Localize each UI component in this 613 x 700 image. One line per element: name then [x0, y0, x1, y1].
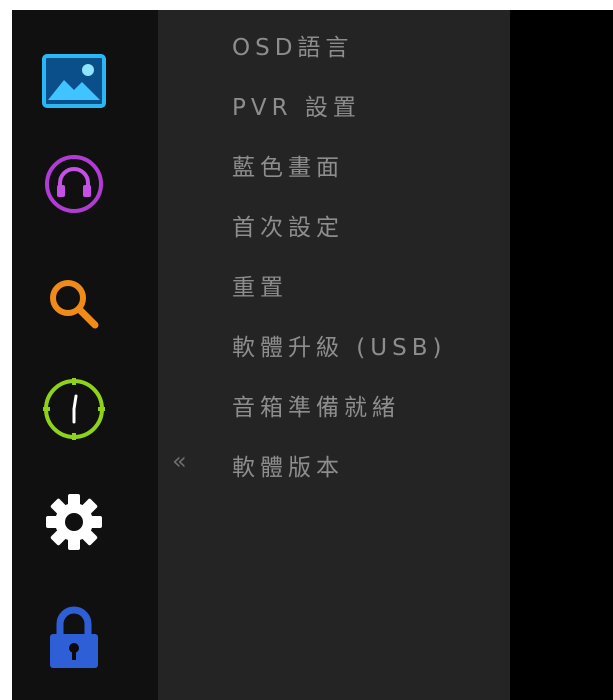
setup-menu-panel: « OSD語言 PVR 設置 藍色畫面 首次設定 重置 軟體升級 (USB) 音…	[158, 10, 510, 700]
tv-settings-screen: « OSD語言 PVR 設置 藍色畫面 首次設定 重置 軟體升級 (USB) 音…	[12, 10, 613, 700]
sidebar-item-lock[interactable]	[40, 605, 108, 673]
menu-item-osd-language[interactable]: OSD語言	[232, 28, 353, 62]
sidebar-item-timer[interactable]	[40, 375, 108, 443]
icon-sidebar	[12, 10, 158, 700]
screen-top-edge	[240, 0, 400, 4]
lock-icon	[50, 606, 98, 668]
sidebar-item-search[interactable]	[40, 270, 108, 338]
sidebar-item-setup[interactable]	[40, 488, 108, 556]
sidebar-item-sound[interactable]	[40, 150, 108, 218]
menu-item-blue-screen[interactable]: 藍色畫面	[232, 148, 344, 182]
picture-icon	[42, 54, 106, 108]
menu-item-first-time-setup[interactable]: 首次設定	[232, 208, 344, 242]
menu-item-software-version[interactable]: 軟體版本	[232, 448, 344, 482]
menu-item-reset[interactable]: 重置	[232, 268, 288, 302]
headphones-icon	[45, 155, 103, 213]
sidebar-item-picture[interactable]	[40, 47, 108, 115]
collapse-arrow-icon[interactable]: «	[172, 447, 187, 475]
gear-icon	[46, 494, 102, 550]
menu-item-pvr-settings[interactable]: PVR 設置	[232, 88, 361, 122]
menu-item-speaker-ready[interactable]: 音箱準備就緒	[232, 388, 400, 422]
menu-item-software-upgrade-usb[interactable]: 軟體升級 (USB)	[232, 328, 446, 362]
clock-icon	[43, 378, 105, 440]
search-icon	[50, 280, 99, 329]
